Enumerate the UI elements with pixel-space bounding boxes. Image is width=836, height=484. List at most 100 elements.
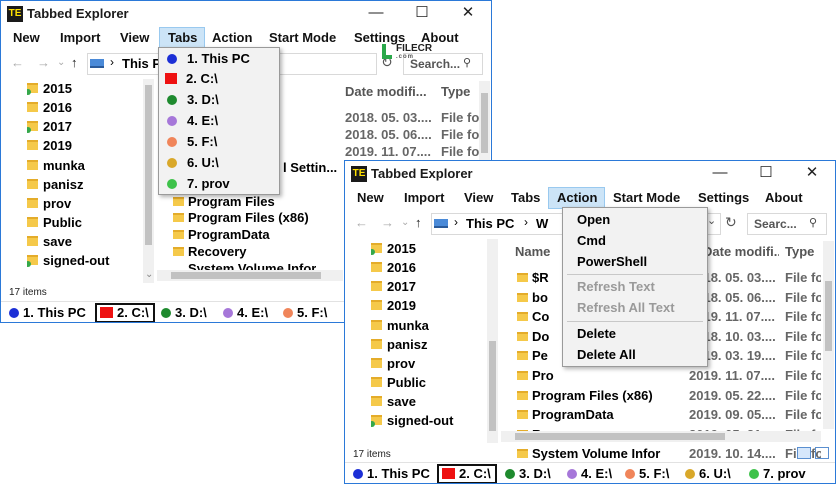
search-icon: ⚲ xyxy=(463,57,472,69)
column-header-date[interactable]: Date modifi... xyxy=(703,241,779,263)
folder-icon xyxy=(173,197,184,206)
scrollbar-thumb[interactable] xyxy=(481,93,488,153)
tabs-menu-item-u[interactable]: 6. U:\ xyxy=(159,153,279,173)
file-name-cell[interactable]: Program Files xyxy=(188,193,275,210)
folder-icon xyxy=(517,292,528,302)
close-button[interactable]: ✕ xyxy=(789,161,835,187)
action-menu-delete-all[interactable]: Delete All xyxy=(563,345,707,365)
menu-import[interactable]: Import xyxy=(396,187,452,209)
type-cell: File fo xyxy=(785,368,821,383)
tab-d[interactable]: 3. D:\ xyxy=(157,303,207,322)
purple-dot-icon xyxy=(567,469,577,479)
action-menu-open[interactable]: Open xyxy=(563,210,707,230)
tabs-dropdown-menu: 1. This PC 2. C:\ 3. D:\ 4. E:\ 5. F:\ 6… xyxy=(158,47,280,195)
forward-arrow-icon[interactable]: → xyxy=(381,215,394,230)
type-cell: File fo xyxy=(441,144,480,159)
date-cell: 2019. 11. 07.... xyxy=(689,368,776,383)
tab-f[interactable]: 5. F:\ xyxy=(621,464,669,483)
chevron-down-icon[interactable]: ⌄ xyxy=(145,269,153,280)
scrollbar-thumb[interactable] xyxy=(171,272,321,279)
light-green-dot-icon xyxy=(749,469,759,479)
scrollbar-thumb[interactable] xyxy=(145,85,152,245)
tree-scrollbar[interactable] xyxy=(143,79,154,283)
chevron-down-icon[interactable]: ⌄ xyxy=(401,217,409,228)
file-name-cell[interactable]: l Settin... xyxy=(283,159,337,176)
column-header-date[interactable]: Date modifi... xyxy=(345,81,435,103)
up-arrow-icon[interactable]: ↑ xyxy=(71,55,78,70)
minimize-button[interactable]: — xyxy=(697,161,743,187)
red-square-icon xyxy=(165,73,177,84)
menu-view[interactable]: View xyxy=(456,187,501,209)
tab-prov[interactable]: 7. prov xyxy=(745,464,806,483)
maximize-button[interactable]: ☐ xyxy=(399,1,445,27)
chevron-down-icon[interactable]: ⌄ xyxy=(707,214,716,227)
column-header-name[interactable]: Name xyxy=(515,241,551,263)
tab-e[interactable]: 4. E:\ xyxy=(563,464,612,483)
tabs-menu-item-c[interactable]: 2. C:\ xyxy=(159,69,279,89)
large-icons-view-icon[interactable] xyxy=(815,447,829,459)
file-name-cell[interactable]: Recovery xyxy=(188,243,247,260)
menu-about[interactable]: About xyxy=(757,187,811,209)
column-header-type[interactable]: Type xyxy=(785,241,825,263)
tab-c[interactable]: 2. C:\ xyxy=(437,464,497,483)
file-name-cell[interactable]: ProgramData xyxy=(188,226,270,243)
address-text: This PC xyxy=(466,216,515,231)
tab-f[interactable]: 5. F:\ xyxy=(279,303,327,322)
menu-view[interactable]: View xyxy=(112,27,157,49)
tab-e[interactable]: 4. E:\ xyxy=(219,303,268,322)
column-header-type[interactable]: Type xyxy=(441,81,481,103)
tab-this-pc[interactable]: 1. This PC xyxy=(5,303,86,322)
back-arrow-icon[interactable]: ← xyxy=(355,215,368,230)
menu-start-mode[interactable]: Start Mode xyxy=(605,187,688,209)
tabs-menu-item-d[interactable]: 3. D:\ xyxy=(159,90,279,110)
date-cell: 2019. 11. 07.... xyxy=(345,144,432,159)
maximize-button[interactable]: ☐ xyxy=(743,161,789,187)
chevron-down-icon[interactable]: ⌄ xyxy=(57,57,65,68)
tab-c[interactable]: 2. C:\ xyxy=(95,303,155,322)
action-menu-delete[interactable]: Delete xyxy=(563,324,707,344)
pc-icon xyxy=(434,219,448,228)
minimize-button[interactable]: — xyxy=(353,1,399,27)
action-menu-cmd[interactable]: Cmd xyxy=(563,231,707,251)
menu-new[interactable]: New xyxy=(5,27,48,49)
file-name-cell[interactable]: System Volume Infor xyxy=(188,260,316,270)
file-name-cell[interactable]: Program Files (x86) xyxy=(188,209,309,226)
folder-icon xyxy=(517,331,528,341)
action-menu-refresh-all-text: Refresh All Text xyxy=(577,300,675,315)
list-scrollbar[interactable] xyxy=(823,241,834,429)
close-button[interactable]: ✕ xyxy=(445,1,491,27)
file-name-cell: Pro xyxy=(532,368,554,383)
scrollbar-thumb[interactable] xyxy=(825,281,832,351)
menu-tabs[interactable]: Tabs xyxy=(503,187,548,209)
tabs-menu-item-e[interactable]: 4. E:\ xyxy=(159,111,279,131)
list-scrollbar[interactable] xyxy=(479,81,490,171)
tab-u[interactable]: 6. U:\ xyxy=(681,464,731,483)
menu-settings[interactable]: Settings xyxy=(690,187,757,209)
tree-scrollbar[interactable] xyxy=(487,239,498,443)
tab-this-pc[interactable]: 1. This PC xyxy=(349,464,430,483)
folder-icon xyxy=(371,300,382,310)
tab-d[interactable]: 3. D:\ xyxy=(501,464,551,483)
list-horizontal-scrollbar[interactable] xyxy=(157,270,343,281)
forward-arrow-icon[interactable]: → xyxy=(37,55,50,70)
menu-new[interactable]: New xyxy=(349,187,392,209)
tabs-menu-item-this-pc[interactable]: 1. This PC xyxy=(159,49,279,69)
address-segment[interactable]: W xyxy=(536,216,548,231)
up-arrow-icon[interactable]: ↑ xyxy=(415,215,422,230)
menu-start-mode[interactable]: Start Mode xyxy=(261,27,344,49)
list-horizontal-scrollbar[interactable] xyxy=(501,431,821,442)
blue-dot-icon xyxy=(167,54,177,64)
menu-tabs[interactable]: Tabs xyxy=(159,27,205,49)
date-cell: 2018. 05. 06.... xyxy=(345,127,432,142)
menu-action[interactable]: Action xyxy=(204,27,260,49)
action-menu-powershell[interactable]: PowerShell xyxy=(563,252,707,272)
scrollbar-thumb[interactable] xyxy=(489,341,496,431)
details-view-icon[interactable] xyxy=(797,447,811,459)
menu-action[interactable]: Action xyxy=(548,187,605,209)
menu-import[interactable]: Import xyxy=(52,27,108,49)
tabs-menu-item-f[interactable]: 5. F:\ xyxy=(159,132,279,152)
scrollbar-thumb[interactable] xyxy=(515,433,725,440)
refresh-icon[interactable]: ↻ xyxy=(725,214,737,231)
back-arrow-icon[interactable]: ← xyxy=(11,55,24,70)
tabs-menu-item-prov[interactable]: 7. prov xyxy=(159,174,279,194)
